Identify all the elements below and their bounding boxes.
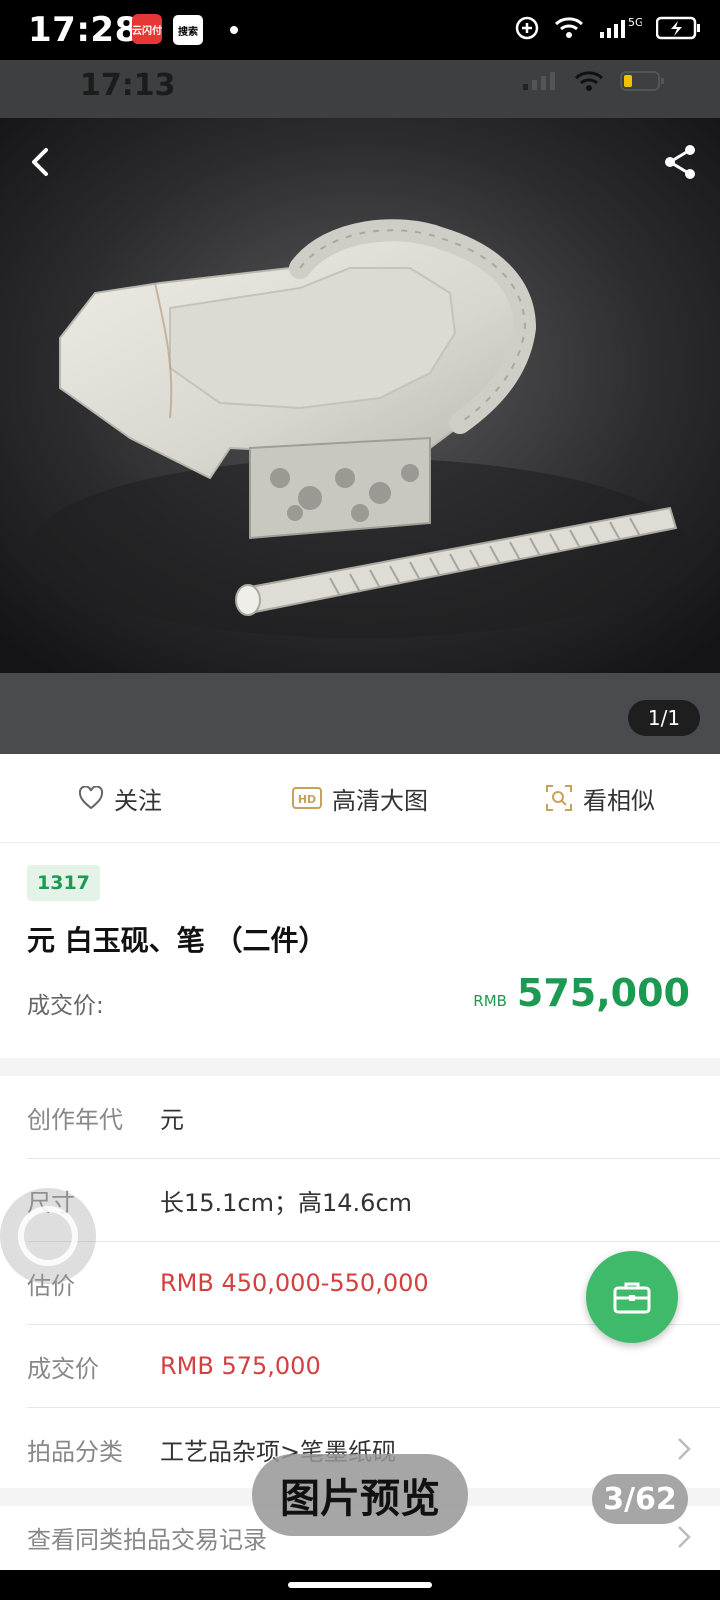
data-saver-icon xyxy=(515,16,539,40)
back-button[interactable] xyxy=(24,144,60,180)
battery-icon xyxy=(620,71,664,91)
detail-label: 成交价 xyxy=(27,1354,99,1383)
detail-value: 元 xyxy=(160,1105,184,1134)
similar-records-label: 查看同类拍品交易记录 xyxy=(27,1526,267,1554)
battery-icon xyxy=(656,16,700,40)
similar-button[interactable]: 看相似 xyxy=(480,754,720,842)
navigation-bar xyxy=(0,1570,720,1600)
follow-button[interactable]: 关注 xyxy=(0,754,240,842)
detail-value: 长15.1cm；高14.6cm xyxy=(160,1188,413,1217)
share-button[interactable] xyxy=(660,142,700,182)
deal-price: RMB 575,000 xyxy=(473,971,690,1015)
search-app-icon: 搜索 xyxy=(172,14,204,46)
section-divider xyxy=(0,1058,720,1076)
scan-search-icon xyxy=(546,785,572,811)
assistive-touch-button[interactable] xyxy=(0,1188,96,1284)
detail-value: RMB 575,000 xyxy=(160,1352,321,1380)
network-type: 5G xyxy=(628,16,642,29)
image-viewer-footer xyxy=(0,673,720,754)
unionpay-app-icon: 云闪付 xyxy=(132,14,162,44)
deal-price-amount: 575,000 xyxy=(516,971,690,1015)
signal-icon: 5G xyxy=(600,16,642,38)
detail-row-era: 创作年代 元 xyxy=(27,1076,720,1159)
deal-price-currency: RMB xyxy=(473,992,507,1010)
hd-image-button[interactable]: HD 高清大图 xyxy=(240,754,480,842)
inner-status-time: 17:13 xyxy=(80,68,176,103)
lot-image-viewer[interactable]: 1/1 xyxy=(0,118,720,754)
briefcase-icon xyxy=(613,1282,651,1314)
status-bar: 17:28 云闪付 搜索 5G xyxy=(0,0,720,60)
chevron-right-icon xyxy=(678,1526,691,1548)
detail-value: RMB 450,000-550,000 xyxy=(160,1269,429,1297)
hd-icon: HD xyxy=(292,787,322,809)
status-time: 17:28 xyxy=(28,10,139,50)
lot-number-badge: 1317 xyxy=(27,865,100,901)
chevron-right-icon xyxy=(678,1438,691,1460)
inner-status-bar: 17:13 xyxy=(0,60,720,118)
image-preview-button[interactable]: 图片预览 xyxy=(252,1454,468,1536)
image-counter: 1/1 xyxy=(628,700,700,736)
assistive-touch-ring-icon xyxy=(18,1206,78,1266)
home-indicator[interactable] xyxy=(288,1582,432,1588)
hd-image-label: 高清大图 xyxy=(332,786,428,815)
action-bar: 关注 HD 高清大图 看相似 xyxy=(0,754,720,843)
briefcase-fab-button[interactable] xyxy=(586,1251,678,1343)
notification-dot-icon xyxy=(230,26,238,34)
signal-icon xyxy=(523,72,555,90)
detail-label: 拍品分类 xyxy=(27,1437,123,1466)
jade-inkstone-photo[interactable] xyxy=(0,118,720,673)
page-indicator: 3/62 xyxy=(592,1474,688,1524)
status-icons: 5G xyxy=(514,14,702,42)
detail-label: 创作年代 xyxy=(27,1105,123,1134)
wifi-icon xyxy=(554,17,584,38)
deal-price-label: 成交价: xyxy=(27,993,104,1019)
heart-icon xyxy=(78,786,104,810)
inner-status-icons xyxy=(522,70,666,92)
svg-text:HD: HD xyxy=(298,793,316,806)
lot-summary: 1317 元 白玉砚、笔 （二件） 成交价: RMB 575,000 xyxy=(0,843,720,1058)
detail-row-size: 尺寸 长15.1cm；高14.6cm xyxy=(27,1159,720,1242)
follow-label: 关注 xyxy=(114,786,162,815)
lot-title: 元 白玉砚、笔 （二件） xyxy=(27,924,327,957)
wifi-icon xyxy=(574,71,604,91)
similar-label: 看相似 xyxy=(583,786,655,815)
